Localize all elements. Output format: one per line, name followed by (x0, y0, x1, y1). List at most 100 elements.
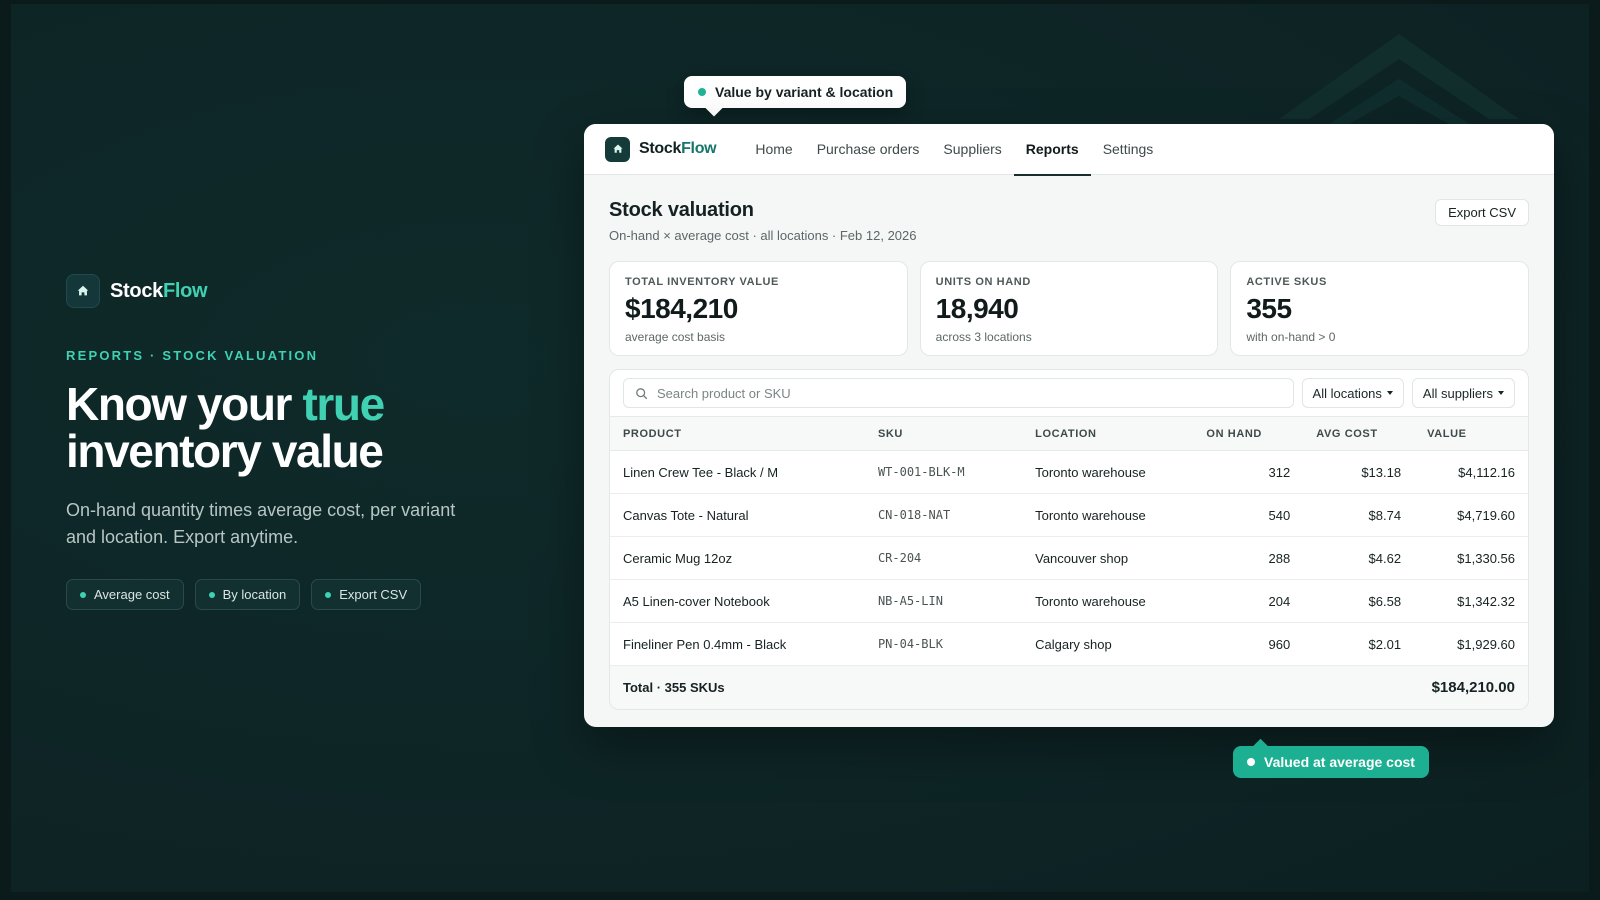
callout-top: Value by variant & location (684, 76, 907, 108)
cell-avg-cost: $4.62 (1303, 536, 1415, 580)
house-icon (77, 285, 89, 296)
chip-label: By location (222, 587, 287, 602)
brand-logo (66, 274, 100, 308)
caret-down-icon (1386, 391, 1393, 395)
nav-settings[interactable]: Settings (1091, 124, 1166, 175)
callout-dot-icon (1247, 758, 1255, 766)
nav-purchase-orders[interactable]: Purchase orders (805, 124, 932, 175)
app-brand[interactable]: StockFlow (639, 140, 717, 158)
house-icon (613, 144, 622, 153)
table-row[interactable]: A5 Linen-cover Notebook NB-A5-LIN Toront… (610, 579, 1528, 623)
chip-average-cost: Average cost (66, 579, 184, 610)
column-header-avg-cost[interactable]: AVG COST (1303, 417, 1414, 451)
cell-sku: PN-04-BLK (864, 622, 1023, 666)
cell-avg-cost: $2.01 (1303, 622, 1415, 666)
eyebrow: REPORTS · STOCK VALUATION (66, 348, 319, 363)
stat-cards: TOTAL INVENTORY VALUE $184,210 average c… (609, 261, 1530, 356)
chip-by-location: By location (194, 579, 301, 610)
select-label: All locations (1312, 385, 1382, 401)
cell-avg-cost: $6.58 (1303, 579, 1415, 623)
cell-product: Fineliner Pen 0.4mm - Black (610, 622, 865, 666)
cell-avg-cost: $8.74 (1303, 493, 1415, 537)
cell-on-hand: 312 (1193, 450, 1304, 494)
brand-name: StockFlow (110, 279, 208, 303)
headline-part-b: inventory value (66, 425, 384, 477)
headline-accent: true (302, 378, 385, 430)
search-box[interactable] (623, 378, 1294, 408)
page-content: Stock valuation On-hand × average cost ·… (584, 175, 1554, 710)
valuation-table-card: All locations All suppliers PRODUCT SKU … (609, 369, 1529, 710)
column-header-product[interactable]: PRODUCT (610, 417, 865, 451)
stat-card-active-skus: ACTIVE SKUS 355 with on-hand > 0 (1230, 261, 1530, 356)
caret-down-icon (1498, 391, 1504, 395)
chip-label: Export CSV (339, 587, 408, 602)
cell-sku: NB-A5-LIN (864, 579, 1023, 623)
cell-value: $1,330.56 (1414, 536, 1528, 580)
callout-bottom-label: Valued at average cost (1264, 754, 1415, 770)
cell-sku: CR-204 (864, 536, 1023, 580)
total-label: Total · 355 SKUs (610, 665, 1415, 709)
app-brand-suffix: Flow (681, 140, 717, 157)
page-title: Stock valuation (609, 199, 754, 221)
stat-note: average cost basis (625, 330, 726, 344)
column-header-value[interactable]: VALUE (1414, 417, 1528, 451)
stat-label: TOTAL INVENTORY VALUE (625, 276, 779, 288)
stat-value: 18,940 (935, 293, 1019, 324)
supplier-filter-select[interactable]: All suppliers (1411, 378, 1515, 408)
table-row[interactable]: Fineliner Pen 0.4mm - Black PN-04-BLK Ca… (610, 622, 1528, 666)
brand-name-suffix: Flow (162, 279, 208, 302)
stat-card-units-on-hand: UNITS ON HAND 18,940 across 3 locations (919, 261, 1219, 356)
column-header-location[interactable]: LOCATION (1022, 417, 1193, 451)
cell-product: Canvas Tote - Natural (610, 493, 865, 537)
cell-product: Ceramic Mug 12oz (610, 536, 865, 580)
cell-sku: CN-018-NAT (864, 493, 1023, 537)
column-header-on-hand[interactable]: ON HAND (1193, 417, 1303, 451)
filter-bar: All locations All suppliers (610, 370, 1528, 416)
hero: StockFlow REPORTS · STOCK VALUATION Know… (66, 274, 506, 610)
search-icon (636, 387, 648, 399)
callout-bottom: Valued at average cost (1233, 746, 1429, 778)
location-filter-select[interactable]: All locations (1301, 378, 1404, 408)
nav-suppliers[interactable]: Suppliers (931, 124, 1013, 175)
chip-dot-icon (80, 591, 86, 598)
export-csv-button[interactable]: Export CSV (1435, 199, 1529, 226)
cell-product: Linen Crew Tee - Black / M (610, 450, 865, 494)
callout-dot-icon (698, 88, 706, 96)
top-nav-bar: StockFlow Home Purchase orders Suppliers… (584, 124, 1554, 176)
cell-sku: WT-001-BLK-M (864, 450, 1023, 494)
table-total-row: Total · 355 SKUs $184,210.00 (610, 665, 1528, 709)
chip-label: Average cost (94, 587, 170, 602)
main-nav: Home Purchase orders Suppliers Reports S… (743, 124, 1166, 176)
nav-reports[interactable]: Reports (1013, 124, 1091, 176)
select-label: All suppliers (1422, 385, 1493, 401)
total-value: $184,210.00 (1414, 665, 1528, 709)
brand-name-prefix: Stock (110, 279, 163, 302)
cell-location: Toronto warehouse (1022, 493, 1194, 537)
cell-on-hand: 204 (1193, 579, 1304, 623)
table-row[interactable]: Canvas Tote - Natural CN-018-NAT Toronto… (610, 493, 1528, 537)
table-row[interactable]: Linen Crew Tee - Black / M WT-001-BLK-M … (610, 450, 1528, 494)
stat-label: ACTIVE SKUS (1246, 276, 1327, 288)
cell-location: Calgary shop (1022, 622, 1194, 666)
column-header-sku[interactable]: SKU (865, 417, 1022, 451)
chip-dot-icon (208, 591, 215, 598)
app-logo[interactable] (605, 136, 630, 162)
page-subtitle: On-hand × average cost · all locations ·… (609, 228, 917, 243)
feature-chips: Average cost By location Export CSV (66, 579, 506, 610)
nav-home[interactable]: Home (743, 124, 804, 175)
cell-value: $1,342.32 (1414, 579, 1528, 623)
hero-brand: StockFlow (66, 274, 506, 308)
search-input[interactable] (657, 385, 1157, 401)
stat-value: 355 (1246, 293, 1292, 324)
valuation-table: PRODUCT SKU LOCATION ON HAND AVG COST VA… (610, 416, 1528, 709)
cell-value: $4,112.16 (1414, 450, 1528, 494)
chip-dot-icon (325, 591, 332, 598)
stat-value: $184,210 (625, 293, 738, 324)
cell-on-hand: 540 (1193, 493, 1304, 537)
cell-value: $4,719.60 (1414, 493, 1528, 537)
app-window: StockFlow Home Purchase orders Suppliers… (584, 124, 1554, 727)
table-row[interactable]: Ceramic Mug 12oz CR-204 Vancouver shop 2… (610, 536, 1528, 580)
cell-location: Vancouver shop (1022, 536, 1194, 580)
cell-value: $1,929.60 (1414, 622, 1528, 666)
stat-label: UNITS ON HAND (935, 276, 1031, 288)
